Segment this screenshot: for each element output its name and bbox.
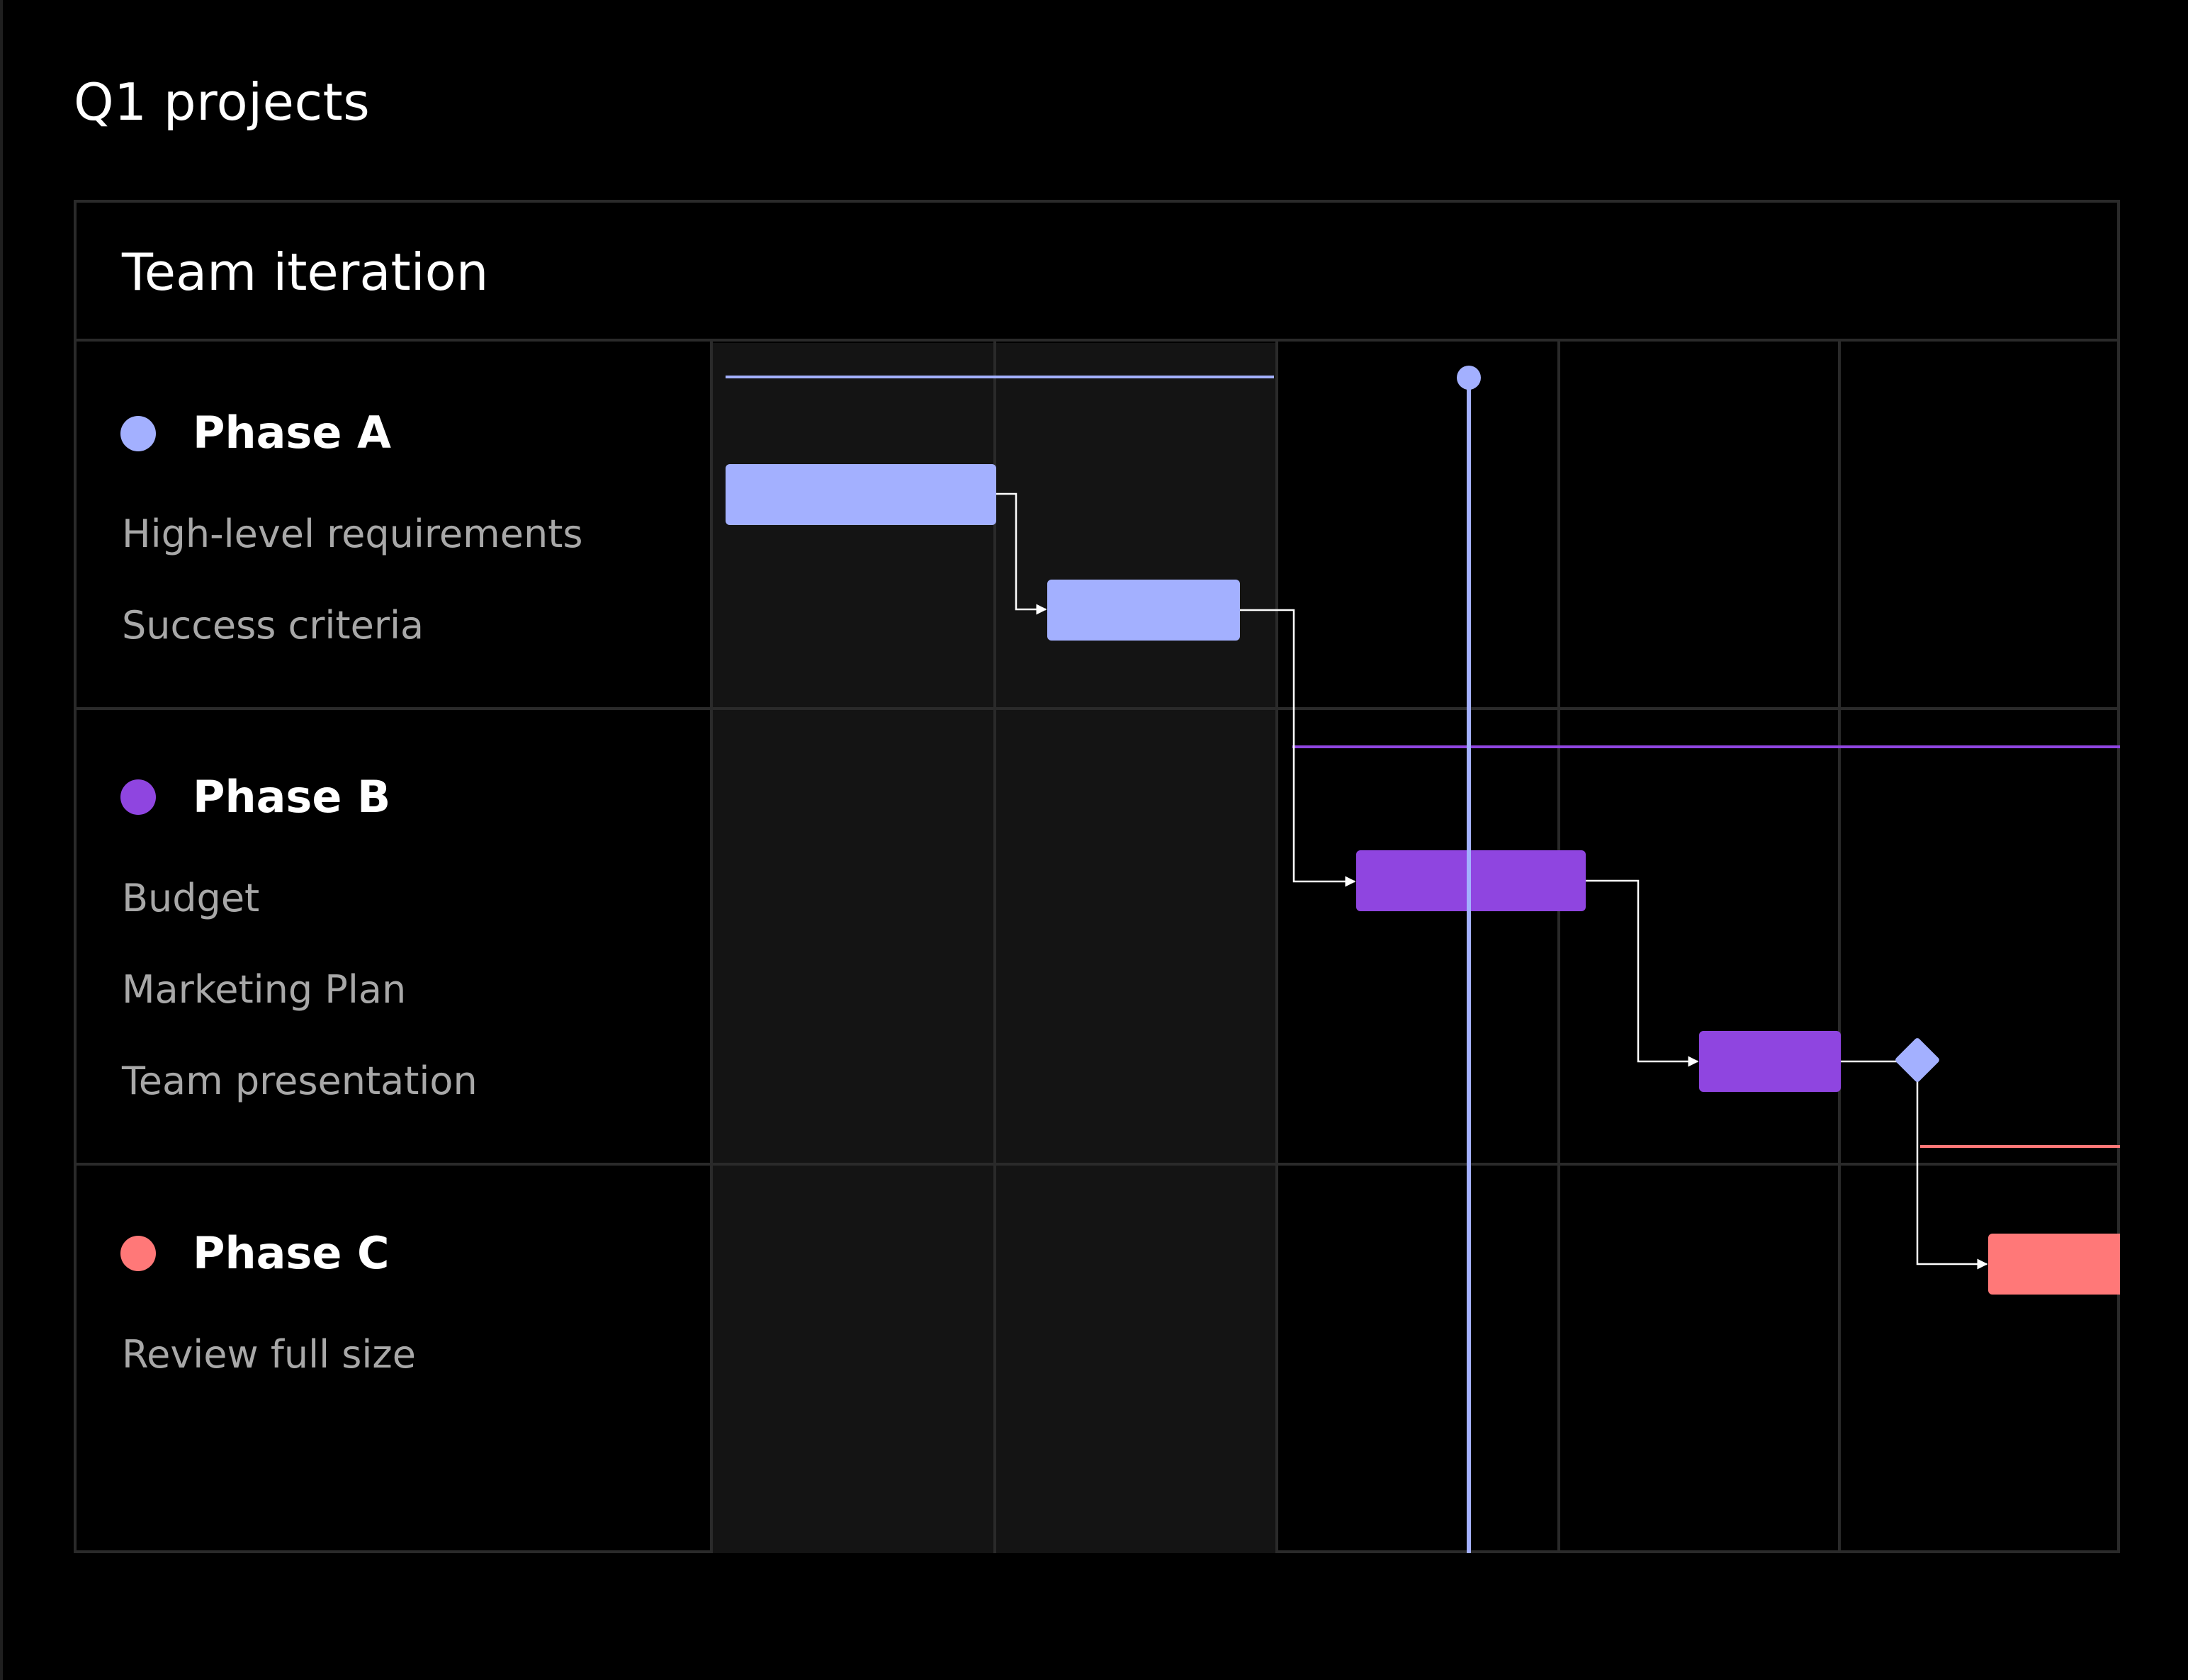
- app-window: Q1 projects Team iteration Phase A High-…: [0, 0, 2188, 1680]
- connector-a2-b1: [1240, 609, 1356, 887]
- connector-b1-b3: [1586, 879, 1699, 1067]
- connector-milestone-c1: [1916, 1077, 1988, 1270]
- timeline-marker-icon[interactable]: [1457, 366, 1481, 390]
- connector-a1-a2: [996, 492, 1047, 615]
- today-marker-line: [1467, 377, 1471, 1553]
- dependency-connectors: [996, 492, 1988, 1270]
